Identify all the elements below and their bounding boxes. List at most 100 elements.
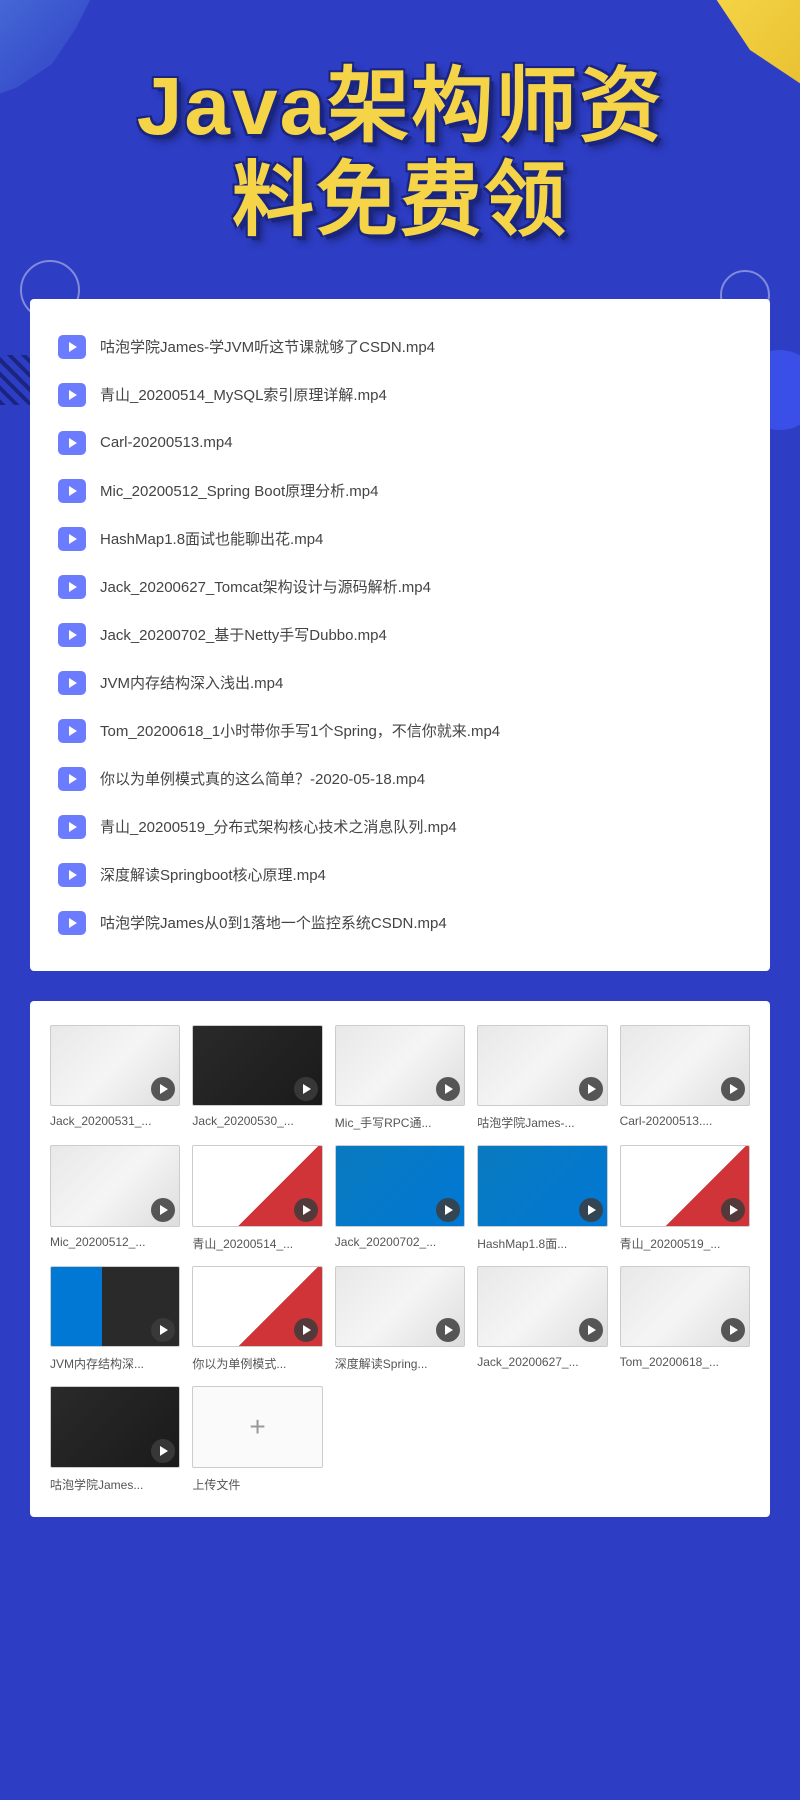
video-thumbnail-card[interactable]: 咕泡学院James-... — [477, 1025, 607, 1132]
file-name-label: 深度解读Springboot核心原理.mp4 — [100, 864, 326, 885]
video-thumbnail-preview — [50, 1386, 180, 1467]
video-thumbnail-card[interactable]: Jack_20200702_... — [335, 1145, 465, 1252]
video-thumbnail-preview — [620, 1145, 750, 1226]
video-file-icon — [58, 911, 86, 935]
file-row[interactable]: 青山_20200519_分布式架构核心技术之消息队列.mp4 — [50, 803, 750, 851]
file-row[interactable]: HashMap1.8面试也能聊出花.mp4 — [50, 515, 750, 563]
video-thumbnail-preview — [477, 1145, 607, 1227]
video-thumbnail-preview — [477, 1266, 607, 1348]
video-thumbnail-label: JVM内存结构深... — [50, 1355, 180, 1372]
play-icon — [151, 1318, 175, 1342]
file-name-label: 咕泡学院James从0到1落地一个监控系统CSDN.mp4 — [100, 912, 447, 933]
video-thumbnail-card[interactable]: Mic_手写RPC通... — [335, 1025, 465, 1132]
play-icon — [721, 1077, 745, 1101]
video-file-icon — [58, 815, 86, 839]
file-name-label: 青山_20200514_MySQL索引原理详解.mp4 — [100, 384, 387, 405]
video-thumbnail-preview — [192, 1266, 322, 1348]
video-thumbnail-preview — [335, 1025, 465, 1106]
file-name-label: Jack_20200627_Tomcat架构设计与源码解析.mp4 — [100, 576, 431, 597]
title-line-1: Java架构师资 — [137, 61, 663, 152]
video-thumbnail-card[interactable]: JVM内存结构深... — [50, 1266, 180, 1373]
play-icon — [151, 1198, 175, 1222]
file-row[interactable]: 你以为单例模式真的这么简单？-2020-05-18.mp4 — [50, 755, 750, 803]
video-thumbnail-preview — [50, 1266, 180, 1347]
video-thumbnail-card[interactable]: Tom_20200618_... — [620, 1266, 750, 1373]
file-name-label: Jack_20200702_基于Netty手写Dubbo.mp4 — [100, 624, 387, 645]
video-thumbnail-label: 青山_20200514_... — [192, 1235, 322, 1252]
video-thumbnail-label: Jack_20200627_... — [477, 1355, 607, 1369]
video-thumbnail-preview — [335, 1145, 465, 1226]
play-icon — [721, 1318, 745, 1342]
video-file-icon — [58, 383, 86, 407]
play-icon — [294, 1198, 318, 1222]
play-icon — [151, 1077, 175, 1101]
video-thumbnail-label: Jack_20200530_... — [192, 1114, 322, 1128]
video-file-icon — [58, 623, 86, 647]
video-thumbnail-label: Mic_20200512_... — [50, 1235, 180, 1249]
play-icon — [436, 1318, 460, 1342]
video-file-icon — [58, 335, 86, 359]
play-icon — [294, 1077, 318, 1101]
video-file-icon — [58, 767, 86, 791]
file-name-label: JVM内存结构深入浅出.mp4 — [100, 672, 283, 693]
page-title: Java架构师资 料免费领 — [40, 60, 760, 249]
video-thumbnail-label: 咕泡学院James-... — [477, 1114, 607, 1131]
file-name-label: 你以为单例模式真的这么简单？-2020-05-18.mp4 — [100, 768, 425, 789]
video-thumbnail-label: Jack_20200531_... — [50, 1114, 180, 1128]
file-row[interactable]: 咕泡学院James从0到1落地一个监控系统CSDN.mp4 — [50, 899, 750, 947]
file-row[interactable]: JVM内存结构深入浅出.mp4 — [50, 659, 750, 707]
video-thumbnail-card[interactable]: Jack_20200531_... — [50, 1025, 180, 1132]
thumbnail-grid-panel: Jack_20200531_... Jack_20200530_... Mic_手写… — [30, 1001, 770, 1517]
video-file-icon — [58, 527, 86, 551]
upload-card[interactable]: + 上传文件 — [192, 1386, 322, 1493]
video-thumbnail-card[interactable]: Carl-20200513.... — [620, 1025, 750, 1132]
video-file-icon — [58, 431, 86, 455]
video-file-icon — [58, 575, 86, 599]
video-thumbnail-card[interactable]: 咕泡学院James... — [50, 1386, 180, 1493]
file-row[interactable]: 青山_20200514_MySQL索引原理详解.mp4 — [50, 371, 750, 419]
file-row[interactable]: Jack_20200702_基于Netty手写Dubbo.mp4 — [50, 611, 750, 659]
file-name-label: 咕泡学院James-学JVM听这节课就够了CSDN.mp4 — [100, 336, 435, 357]
play-icon — [436, 1198, 460, 1222]
video-thumbnail-label: 你以为单例模式... — [192, 1355, 322, 1372]
video-thumbnail-label: Carl-20200513.... — [620, 1114, 750, 1128]
video-thumbnail-card[interactable]: 青山_20200514_... — [192, 1145, 322, 1252]
video-thumbnail-card[interactable]: 你以为单例模式... — [192, 1266, 322, 1373]
video-thumbnail-preview — [477, 1025, 607, 1107]
file-row[interactable]: 深度解读Springboot核心原理.mp4 — [50, 851, 750, 899]
video-thumbnail-label: Tom_20200618_... — [620, 1355, 750, 1369]
video-thumbnail-preview — [192, 1025, 322, 1107]
video-file-icon — [58, 863, 86, 887]
play-icon — [721, 1198, 745, 1222]
video-thumbnail-preview — [50, 1145, 180, 1226]
file-row[interactable]: Mic_20200512_Spring Boot原理分析.mp4 — [50, 467, 750, 515]
video-file-icon — [58, 719, 86, 743]
play-icon — [151, 1439, 175, 1463]
video-thumbnail-card[interactable]: Jack_20200627_... — [477, 1266, 607, 1373]
video-thumbnail-card[interactable]: Mic_20200512_... — [50, 1145, 180, 1252]
video-thumbnail-card[interactable]: 深度解读Spring... — [335, 1266, 465, 1373]
upload-dropzone[interactable]: + — [192, 1386, 322, 1468]
video-thumbnail-label: Jack_20200702_... — [335, 1235, 465, 1249]
video-thumbnail-preview — [335, 1266, 465, 1347]
upload-label: 上传文件 — [192, 1476, 322, 1493]
video-file-icon — [58, 479, 86, 503]
video-thumbnail-label: HashMap1.8面... — [477, 1235, 607, 1252]
video-thumbnail-card[interactable]: HashMap1.8面... — [477, 1145, 607, 1252]
video-thumbnail-card[interactable]: Jack_20200530_... — [192, 1025, 322, 1132]
video-thumbnail-preview — [192, 1145, 322, 1227]
file-name-label: HashMap1.8面试也能聊出花.mp4 — [100, 528, 323, 549]
play-icon — [579, 1198, 603, 1222]
file-row[interactable]: Carl-20200513.mp4 — [50, 419, 750, 467]
video-thumbnail-label: 青山_20200519_... — [620, 1235, 750, 1252]
plus-icon: + — [249, 1411, 265, 1443]
video-thumbnail-preview — [620, 1025, 750, 1106]
file-row[interactable]: Jack_20200627_Tomcat架构设计与源码解析.mp4 — [50, 563, 750, 611]
file-name-label: Tom_20200618_1小时带你手写1个Spring，不信你就来.mp4 — [100, 720, 500, 741]
play-icon — [294, 1318, 318, 1342]
file-list-panel: 咕泡学院James-学JVM听这节课就够了CSDN.mp4 青山_20200514… — [30, 299, 770, 971]
file-name-label: Carl-20200513.mp4 — [100, 434, 233, 451]
video-thumbnail-card[interactable]: 青山_20200519_... — [620, 1145, 750, 1252]
file-row[interactable]: Tom_20200618_1小时带你手写1个Spring，不信你就来.mp4 — [50, 707, 750, 755]
file-row[interactable]: 咕泡学院James-学JVM听这节课就够了CSDN.mp4 — [50, 323, 750, 371]
